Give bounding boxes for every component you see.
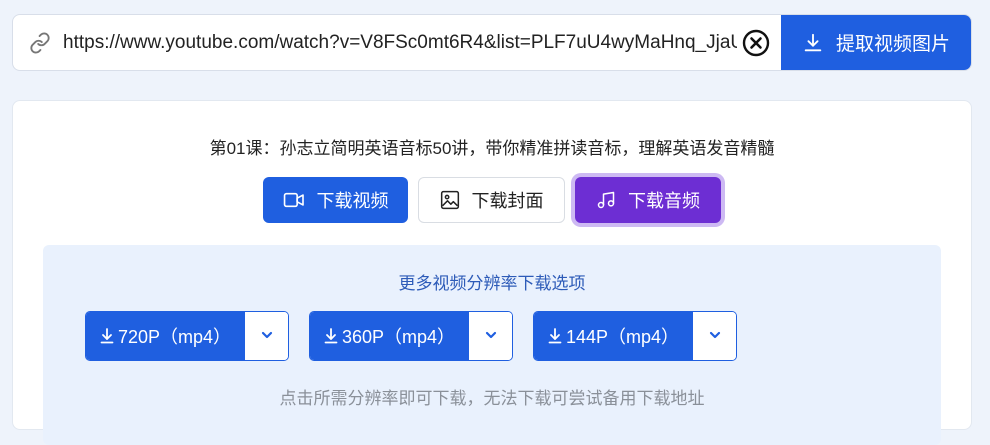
video-camera-icon <box>283 191 305 209</box>
resolution-panel: 更多视频分辨率下载选项 720P（mp4） 360P（mp4） 144P（mp4… <box>43 245 941 445</box>
download-cover-label: 下载封面 <box>471 191 544 211</box>
resolution-label: 720P（mp4） <box>117 327 232 347</box>
extract-button-label: 提取视频图片 <box>835 34 950 55</box>
chevron-down-icon <box>260 327 274 345</box>
download-arrow-icon <box>324 328 338 344</box>
resolution-heading: 更多视频分辨率下载选项 <box>398 274 586 293</box>
extract-images-button[interactable]: 提取视频图片 <box>781 15 971 70</box>
download-audio-label: 下载音频 <box>628 191 700 211</box>
result-card: 第01课：孙志立简明英语音标50讲，带你精准拼读音标，理解英语发音精髓 下载视频… <box>12 100 972 445</box>
download-video-label: 下载视频 <box>316 191 389 211</box>
download-video-button[interactable]: 下载视频 <box>263 177 408 223</box>
url-input-wrapper: https://www.youtube.com/watch?v=V8FSc0mt… <box>13 15 781 70</box>
resolution-option: 144P（mp4） <box>533 311 737 361</box>
download-arrow-icon <box>548 328 562 344</box>
resolution-options: 720P（mp4） 360P（mp4） 144P（mp4） <box>85 311 737 361</box>
resolution-option: 360P（mp4） <box>309 311 513 361</box>
image-icon <box>440 190 460 210</box>
music-note-icon <box>596 190 616 210</box>
resolution-hint: 点击所需分辨率即可下载，无法下载可尝试备用下载地址 <box>279 389 705 408</box>
clear-input-icon[interactable] <box>741 28 771 58</box>
resolution-option: 720P（mp4） <box>85 311 289 361</box>
url-input[interactable]: https://www.youtube.com/watch?v=V8FSc0mt… <box>63 28 737 58</box>
download-144p-button[interactable]: 144P（mp4） <box>534 312 693 360</box>
chevron-down-icon <box>708 327 722 345</box>
resolution-720p-dropdown[interactable] <box>245 312 288 360</box>
resolution-label: 144P（mp4） <box>565 327 680 347</box>
chevron-down-icon <box>484 327 498 345</box>
url-bar: https://www.youtube.com/watch?v=V8FSc0mt… <box>12 14 972 71</box>
resolution-360p-dropdown[interactable] <box>469 312 512 360</box>
download-actions: 下载视频 下载封面 下载音频 <box>13 177 971 223</box>
download-720p-button[interactable]: 720P（mp4） <box>86 312 245 360</box>
resolution-label: 360P（mp4） <box>341 327 456 347</box>
video-title: 第01课：孙志立简明英语音标50讲，带你精准拼读音标，理解英语发音精髓 <box>209 139 775 158</box>
download-audio-button[interactable]: 下载音频 <box>575 177 721 223</box>
download-icon <box>802 32 824 54</box>
download-arrow-icon <box>100 328 114 344</box>
link-icon <box>27 30 53 56</box>
resolution-144p-dropdown[interactable] <box>693 312 736 360</box>
download-cover-button[interactable]: 下载封面 <box>418 177 565 223</box>
download-360p-button[interactable]: 360P（mp4） <box>310 312 469 360</box>
